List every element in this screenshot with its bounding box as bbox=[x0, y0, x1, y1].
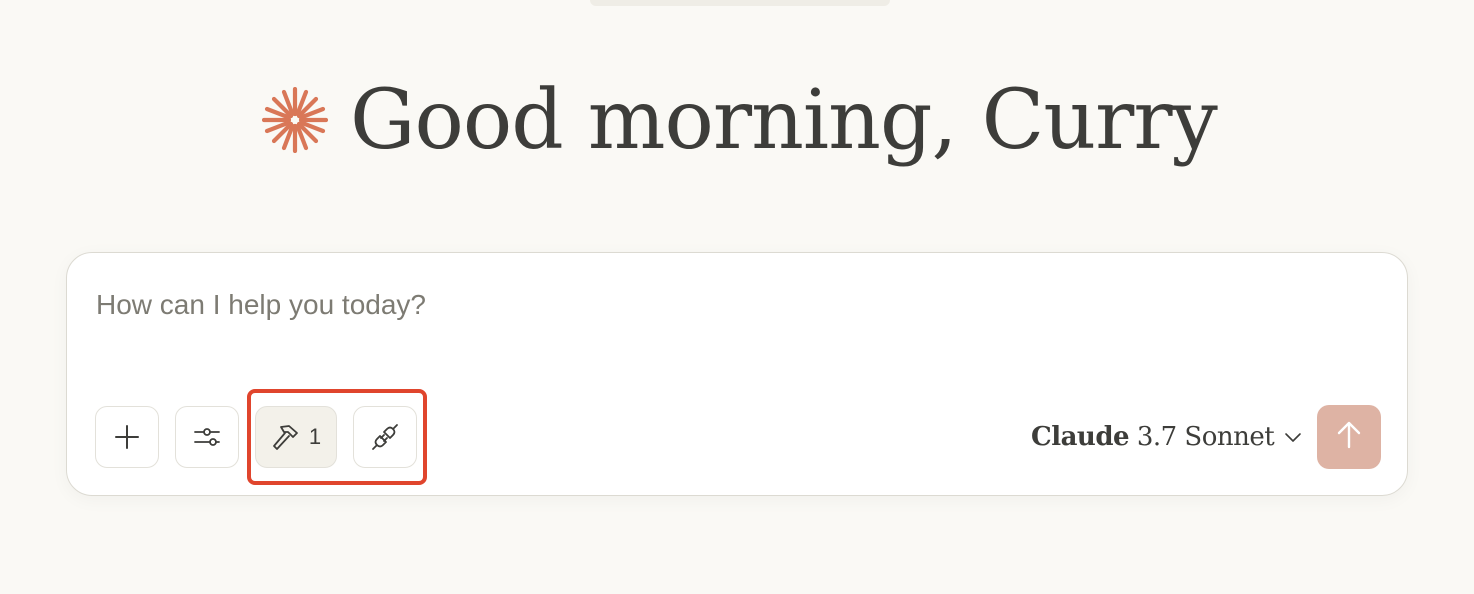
integrations-button[interactable] bbox=[353, 406, 417, 468]
arrow-up-icon bbox=[1335, 420, 1363, 454]
tools-count: 1 bbox=[308, 424, 322, 449]
send-button[interactable] bbox=[1317, 405, 1381, 469]
sparkle-burst-icon bbox=[262, 87, 328, 153]
model-selector[interactable]: Claude 3.7 Sonnet bbox=[1031, 417, 1302, 457]
model-brand: Claude bbox=[1031, 422, 1130, 452]
sliders-icon bbox=[193, 425, 221, 449]
greeting-text: Good morning, Curry bbox=[350, 72, 1218, 168]
plus-icon bbox=[114, 424, 140, 450]
add-content-button[interactable] bbox=[95, 406, 159, 468]
top-tab-handle bbox=[590, 0, 890, 6]
hammer-icon bbox=[271, 423, 301, 451]
options-button[interactable] bbox=[175, 406, 239, 468]
message-composer: 1 Claude 3.7 Sonnet bbox=[66, 252, 1408, 496]
chevron-down-icon bbox=[1284, 428, 1302, 447]
tools-button[interactable]: 1 bbox=[255, 406, 337, 468]
plug-icon bbox=[370, 422, 400, 452]
greeting: Good morning, Curry bbox=[262, 72, 1218, 168]
prompt-input[interactable] bbox=[96, 285, 1336, 325]
model-name: Claude 3.7 Sonnet bbox=[1031, 422, 1275, 452]
model-version: 3.7 Sonnet bbox=[1136, 422, 1275, 452]
